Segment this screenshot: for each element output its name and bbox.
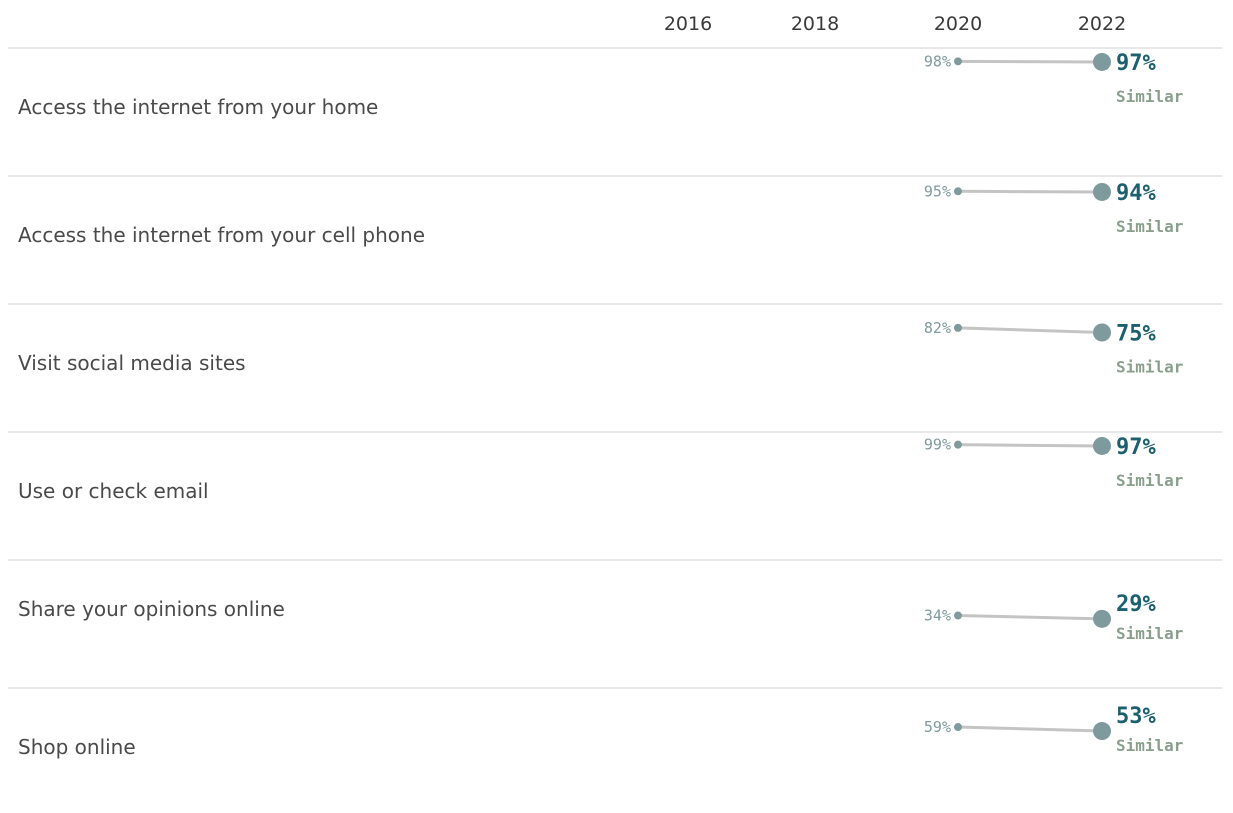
end-point <box>1093 436 1111 455</box>
start-value-label: 98% <box>924 52 951 70</box>
end-value-label: 97% <box>1116 51 1156 76</box>
status-label: Similar <box>1116 87 1183 106</box>
row-label: Use or check email <box>18 479 209 503</box>
end-value-label: 94% <box>1116 181 1156 206</box>
trend-line <box>956 59 1104 64</box>
start-point <box>954 57 962 66</box>
start-value-label: 59% <box>924 718 951 736</box>
trend-line <box>956 443 1104 448</box>
row-label: Access the internet from your home <box>18 95 378 119</box>
row-label: Access the internet from your cell phone <box>18 223 425 247</box>
row-label: Share your opinions online <box>18 597 285 621</box>
end-point <box>1093 52 1111 71</box>
end-point <box>1093 323 1111 342</box>
end-value-label: 97% <box>1116 435 1156 460</box>
start-point <box>954 611 962 620</box>
end-point <box>1093 722 1111 741</box>
trend-line <box>956 189 1104 194</box>
trend-line <box>956 725 1104 733</box>
end-value-label: 75% <box>1116 322 1156 347</box>
status-label: Similar <box>1116 358 1183 377</box>
year-label-2020: 2020 <box>934 13 982 35</box>
start-point <box>954 187 962 196</box>
start-point <box>954 323 962 332</box>
start-value-label: 82% <box>924 319 951 337</box>
row: Use or check email 99% 97% Similar <box>8 435 1222 561</box>
end-value-label: 53% <box>1116 704 1156 729</box>
row-label: Visit social media sites <box>18 351 246 375</box>
status-label: Similar <box>1116 736 1183 755</box>
slope-chart: 2016 2018 2020 2022 Access the internet from… <box>8 13 1222 759</box>
year-label-2018: 2018 <box>791 13 839 35</box>
row: Visit social media sites 82% 75% Similar <box>8 319 1222 433</box>
row: Share your opinions online 34% 29% Similar <box>8 592 1222 689</box>
start-point <box>954 440 962 449</box>
end-value-label: 29% <box>1116 592 1156 617</box>
end-point <box>1093 182 1111 201</box>
start-value-label: 99% <box>924 436 951 454</box>
row: Access the internet from your cell phone… <box>8 181 1222 305</box>
status-label: Similar <box>1116 217 1183 236</box>
end-point <box>1093 609 1111 628</box>
trend-line <box>956 614 1104 621</box>
start-value-label: 34% <box>924 607 951 625</box>
start-value-label: 95% <box>924 182 951 200</box>
year-label-2022: 2022 <box>1078 13 1126 35</box>
trend-line <box>956 326 1104 334</box>
row: Shop online 59% 53% Similar <box>18 704 1183 759</box>
status-label: Similar <box>1116 471 1183 490</box>
start-point <box>954 723 962 732</box>
row-label: Shop online <box>18 735 136 759</box>
row: Access the internet from your home 98% 97%… <box>8 51 1222 177</box>
status-label: Similar <box>1116 624 1183 643</box>
year-label-2016: 2016 <box>664 13 712 35</box>
